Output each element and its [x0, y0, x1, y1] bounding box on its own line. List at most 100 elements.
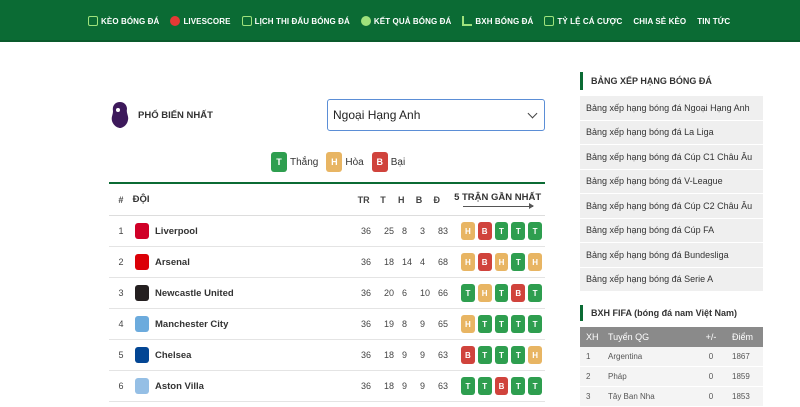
row-points: 63	[438, 381, 449, 391]
legend-draw-label: Hòa	[345, 156, 364, 168]
sidebar-links: Bảng xếp hạng bóng đá Ngoại Hạng Anh Bản…	[580, 96, 763, 292]
popular-label: PHỔ BIẾN NHẤT	[138, 110, 213, 121]
form-badge: H	[461, 315, 475, 333]
row-rank: 4	[118, 319, 124, 329]
nav-ty-le[interactable]: Tỷ lệ cá cược	[544, 16, 622, 26]
row-team[interactable]: Newcastle United	[133, 285, 361, 301]
form-badge: T	[477, 346, 492, 364]
nav-lich-thi-dau[interactable]: Lịch thi đấu bóng đá	[241, 16, 350, 26]
table-row[interactable]: 6 Aston Villa 36 18 9 9 63 T T B T T	[109, 371, 545, 402]
row-won: 20	[384, 288, 395, 298]
row-played: 36	[361, 350, 372, 360]
sidebar-link-la-liga[interactable]: Bảng xếp hạng bóng đá La Liga	[580, 120, 763, 145]
header-team: ĐỘI	[132, 194, 150, 205]
form-badge: H	[461, 222, 475, 240]
form-badge: T	[511, 377, 526, 395]
team-crest-icon	[135, 347, 149, 363]
row-drawn: 6	[402, 288, 408, 298]
sidebar-link-c2[interactable]: Bảng xếp hạng bóng đá Cúp C2 Châu Âu	[580, 194, 763, 219]
legend-draw-badge: H	[326, 152, 343, 172]
nav-livescore[interactable]: Livescore	[170, 16, 230, 26]
form-badge: T	[494, 346, 509, 364]
table-body: 1 Liverpool 36 25 8 3 83 H B T T T 2 Arsenal 36 18 14 4 68…	[109, 216, 545, 402]
table-row[interactable]: 3 Newcastle United 36 20 6 10 66 T H T B T	[109, 278, 545, 309]
row-team[interactable]: Arsenal	[133, 254, 361, 270]
table-row[interactable]: 4 Manchester City 36 19 8 9 65 H T T T T	[109, 309, 545, 340]
calendar-icon	[241, 16, 252, 26]
fifa-team: Argentina	[608, 352, 643, 361]
sidebar-link-ngoai-hang-anh[interactable]: Bảng xếp hạng bóng đá Ngoại Hạng Anh	[580, 96, 763, 121]
row-drawn: 9	[402, 381, 408, 391]
sidebar-link-c1[interactable]: Bảng xếp hạng bóng đá Cúp C1 Châu Âu	[580, 145, 763, 170]
nav-tin-tuc[interactable]: Tin tức	[697, 17, 730, 26]
row-won: 18	[384, 350, 395, 360]
form-badge: B	[461, 346, 475, 364]
row-played: 36	[361, 257, 372, 267]
row-rank: 6	[118, 381, 124, 391]
team-crest-icon	[135, 254, 149, 270]
table-row[interactable]: 5 Chelsea 36 18 9 9 63 B T T T H	[109, 340, 545, 371]
nav-ket-qua[interactable]: Kết quả bóng đá	[360, 16, 452, 26]
row-form: HTTTT	[455, 315, 545, 333]
row-form: BTTTH	[455, 346, 545, 364]
table-row[interactable]: 2 Arsenal 36 18 14 4 68 H B H T H	[109, 247, 545, 278]
form-badge: B	[477, 253, 492, 271]
row-won: 25	[384, 226, 395, 236]
row-lost: 9	[420, 350, 426, 360]
fifa-header-points: Điểm	[732, 332, 754, 342]
row-form: THTBT	[455, 284, 545, 302]
form-badge: B	[494, 377, 509, 395]
team-name: Chelsea	[155, 349, 192, 361]
league-select[interactable]: Ngoại Hạng Anh	[327, 99, 545, 131]
fifa-change: 0	[708, 372, 714, 381]
sidebar-link-bundesliga[interactable]: Bảng xếp hạng bóng đá Bundesliga	[580, 243, 763, 268]
form-badge: T	[528, 284, 542, 302]
form-badge: T	[494, 284, 509, 302]
sidebar-link-fa-cup[interactable]: Bảng xếp hạng bóng đá Cúp FA	[580, 218, 763, 243]
row-played: 36	[361, 226, 372, 236]
chevron-down-icon	[527, 108, 538, 119]
main-nav: Kèo bóng đá Livescore Lịch thi đấu bóng …	[88, 0, 741, 42]
grid-icon	[88, 16, 98, 26]
row-team[interactable]: Liverpool	[133, 223, 361, 239]
row-team[interactable]: Chelsea	[133, 347, 361, 363]
sidebar-link-serie-a[interactable]: Bảng xếp hạng bóng đá Serie A	[580, 267, 763, 292]
standings-table: # ĐỘI TR T H B Đ 5 TRẬN GẦN NHẤT 1 Liverp…	[109, 182, 545, 402]
arrow-right-icon	[462, 203, 534, 209]
row-won: 18	[384, 381, 395, 391]
row-rank: 5	[118, 350, 124, 360]
form-badge: T	[528, 222, 542, 240]
fifa-header-rank: XH	[586, 332, 599, 342]
form-badge: B	[511, 284, 526, 302]
header-form: 5 TRẬN GẦN NHẤT	[450, 192, 545, 209]
row-form: HBTTT	[455, 222, 545, 240]
row-played: 36	[361, 319, 372, 329]
odds-icon	[544, 16, 555, 26]
nav-keo-bong-da[interactable]: Kèo bóng đá	[88, 16, 159, 26]
fifa-rank: 1	[586, 352, 591, 361]
form-badge: T	[528, 377, 542, 395]
row-team[interactable]: Manchester City	[133, 316, 361, 332]
form-badge: T	[461, 284, 475, 302]
fifa-points: 1867	[732, 352, 750, 361]
legend-loss-label: Bại	[390, 156, 406, 168]
sidebar-link-v-league[interactable]: Bảng xếp hạng bóng đá V-League	[580, 169, 763, 194]
table-row[interactable]: 1 Liverpool 36 25 8 3 83 H B T T T	[109, 216, 545, 247]
premier-league-logo	[111, 102, 129, 128]
legend-win-label: Thắng	[290, 156, 319, 168]
row-form: HBHTH	[455, 253, 545, 271]
fifa-title: BXH FIFA (bóng đá nam Việt Nam)	[580, 305, 763, 321]
team-name: Aston Villa	[155, 380, 204, 392]
form-badge: H	[528, 346, 542, 364]
live-dot-icon	[170, 16, 181, 26]
chart-icon	[462, 16, 473, 26]
nav-bxh[interactable]: BXH bóng đá	[462, 16, 533, 26]
row-lost: 10	[420, 288, 431, 298]
header-form-label: 5 TRẬN GẦN NHẤT	[454, 192, 542, 203]
form-badge: H	[461, 253, 475, 271]
header-played: TR	[357, 194, 370, 205]
header-points: Đ	[433, 194, 441, 205]
nav-chia-se-keo[interactable]: Chia sẻ kèo	[633, 17, 686, 26]
row-team[interactable]: Aston Villa	[133, 378, 361, 394]
form-badge: T	[461, 377, 475, 395]
